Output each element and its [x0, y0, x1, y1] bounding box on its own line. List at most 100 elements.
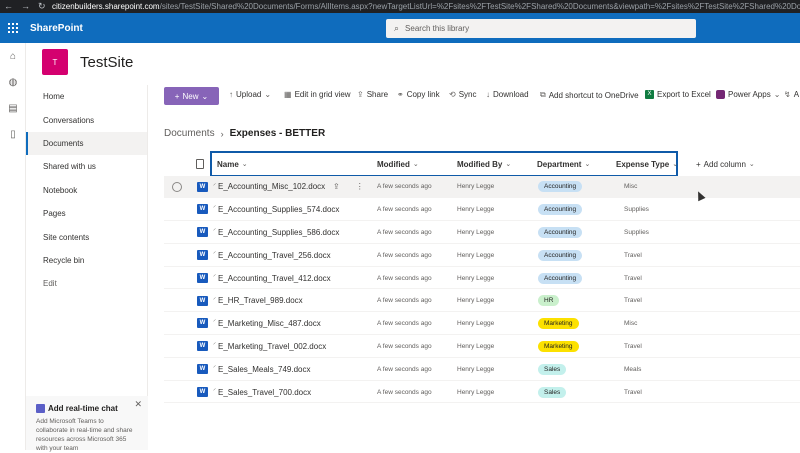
modified-by-value[interactable]: Henry Legge [457, 267, 494, 290]
chevron-down-icon: ⌄ [412, 161, 419, 168]
nav-item-recycle-bin[interactable]: Recycle bin [26, 249, 147, 272]
search-placeholder: Search this library [405, 24, 470, 33]
download-button[interactable]: ↓ Download [486, 90, 529, 99]
site-logo[interactable]: T [42, 49, 68, 75]
file-icon[interactable]: ▯ [0, 121, 26, 147]
more-icon[interactable]: ⋮ [356, 182, 364, 191]
waffle-icon [8, 23, 18, 33]
modified-by-value[interactable]: Henry Legge [457, 244, 494, 267]
column-header-modified-by[interactable]: Modified By ⌄ [457, 151, 511, 177]
reload-icon[interactable]: ↻ [38, 1, 46, 12]
export-excel-button[interactable]: X Export to Excel [645, 90, 711, 99]
chevron-down-icon: ⌄ [748, 161, 755, 168]
file-name[interactable]: E_Marketing_Travel_002.docx [218, 335, 326, 358]
modified-by-value[interactable]: Henry Legge [457, 198, 494, 221]
new-item-icon: ⸝ [213, 317, 217, 324]
sync-button[interactable]: ⟲ Sync [449, 90, 477, 99]
share-label: Share [366, 90, 389, 99]
nav-item-conversations[interactable]: Conversations [26, 108, 147, 131]
shortcut-icon: ⧉ [540, 90, 546, 99]
modified-by-value[interactable]: Henry Legge [457, 176, 494, 199]
chevron-down-icon: ⌄ [201, 91, 209, 101]
file-name[interactable]: E_HR_Travel_989.docx [218, 290, 303, 313]
power-apps-button[interactable]: Power Apps ⌄ [716, 90, 780, 99]
column-header-name[interactable]: Name ⌄ [217, 151, 248, 177]
department-pill: HR [538, 295, 560, 307]
modified-value: A few seconds ago [377, 206, 432, 214]
modified-by-value[interactable]: Henry Legge [457, 290, 494, 313]
modified-by-value[interactable]: Henry Legge [457, 358, 494, 381]
share-button[interactable]: ⇪ Share [357, 90, 388, 99]
column-header-department[interactable]: Department ⌄ [537, 151, 590, 177]
app-name[interactable]: SharePoint [30, 23, 83, 34]
modified-by-value[interactable]: Henry Legge [457, 312, 494, 335]
nav-item-shared-with-us[interactable]: Shared with us [26, 155, 147, 178]
table-row[interactable]: W ⸝ E_Accounting_Misc_102.docx ⇪ ⋮ A few seco… [164, 175, 800, 199]
table-row[interactable]: W ⸝ E_HR_Travel_989.docx A few seconds ago H… [164, 290, 800, 313]
table-row[interactable]: W ⸝ E_Marketing_Travel_002.docx A few secon… [164, 335, 800, 358]
url-field[interactable]: citizenbuilders.sharepoint.com/sites/Tes… [52, 2, 800, 11]
department-cell: Sales [538, 358, 567, 381]
automate-button[interactable]: ↯ A [784, 90, 799, 99]
department-cell: Accounting [538, 267, 583, 290]
new-item-icon: ⸝ [213, 203, 217, 210]
nav-item-site-contents[interactable]: Site contents [26, 225, 147, 248]
file-name[interactable]: E_Sales_Meals_749.docx [218, 358, 311, 381]
site-title[interactable]: TestSite [80, 54, 133, 71]
table-row[interactable]: W ⸝ E_Accounting_Supplies_574.docx A few se… [164, 198, 800, 222]
copy-link-button[interactable]: ⚭ Copy link [397, 90, 440, 99]
column-header-expense-type[interactable]: Expense Type ⌄ [616, 151, 678, 177]
nav-item-pages[interactable]: Pages [26, 202, 147, 225]
file-name[interactable]: E_Marketing_Misc_487.docx [218, 312, 321, 335]
upload-button[interactable]: ↑ Upload ⌄ [229, 90, 271, 99]
edit-grid-button[interactable]: ▦ Edit in grid view [284, 90, 351, 99]
file-name[interactable]: E_Accounting_Supplies_574.docx [218, 198, 339, 221]
department-pill: Accounting [538, 226, 583, 238]
add-column-button[interactable]: + Add column ⌄ [696, 151, 755, 177]
table-row[interactable]: W ⸝ E_Marketing_Misc_487.docx A few seconds… [164, 312, 800, 336]
home-icon[interactable]: ⌂ [0, 43, 26, 69]
modified-by-value[interactable]: Henry Legge [457, 221, 494, 244]
app-launcher-button[interactable] [0, 13, 26, 43]
nav-item-edit[interactable]: Edit [26, 272, 147, 295]
search-input[interactable]: ⌕ Search this library [386, 19, 696, 38]
add-shortcut-button[interactable]: ⧉ Add shortcut to OneDrive [540, 90, 639, 100]
table-row[interactable]: W ⸝ E_Sales_Travel_700.docx A few seconds a… [164, 381, 800, 404]
breadcrumb: Documents › Expenses - BETTER [164, 128, 325, 139]
globe-icon[interactable]: ◍ [0, 69, 26, 95]
table-row[interactable]: W ⸝ E_Accounting_Travel_256.docx A few seco… [164, 244, 800, 267]
modified-by-value[interactable]: Henry Legge [457, 335, 494, 358]
new-button[interactable]: + New ⌄ [164, 87, 219, 105]
word-doc-icon: W [197, 295, 208, 306]
nav-item-documents[interactable]: Documents [26, 131, 147, 156]
file-name[interactable]: E_Accounting_Misc_102.docx [218, 176, 325, 199]
close-icon[interactable]: ✕ [134, 399, 142, 410]
upload-icon: ↑ [229, 90, 233, 99]
breadcrumb-root[interactable]: Documents [164, 128, 215, 139]
expense-type-value: Supplies [624, 206, 649, 214]
row-select-radio[interactable] [172, 181, 182, 192]
column-modified-by-label: Modified By [457, 159, 503, 169]
back-icon[interactable]: ← [4, 1, 13, 12]
expense-type-value: Travel [624, 274, 642, 282]
file-name[interactable]: E_Sales_Travel_700.docx [218, 381, 311, 404]
table-row[interactable]: W ⸝ E_Accounting_Travel_412.docx A few seco… [164, 267, 800, 290]
forward-icon[interactable]: → [21, 1, 30, 12]
file-name[interactable]: E_Accounting_Travel_412.docx [218, 267, 331, 290]
file-name[interactable]: E_Accounting_Supplies_586.docx [218, 221, 339, 244]
department-pill: Marketing [538, 340, 579, 352]
nav-item-notebook[interactable]: Notebook [26, 179, 147, 202]
file-type-icon[interactable] [196, 159, 204, 169]
column-header-modified[interactable]: Modified ⌄ [377, 151, 419, 177]
table-row[interactable]: W ⸝ E_Accounting_Supplies_586.docx A few se… [164, 221, 800, 244]
news-icon[interactable]: ▤ [0, 95, 26, 121]
share-icon: ⇪ [357, 90, 364, 99]
grid-icon: ▦ [284, 90, 292, 99]
file-name[interactable]: E_Accounting_Travel_256.docx [218, 244, 331, 267]
sync-icon: ⟲ [449, 90, 456, 99]
table-row[interactable]: W ⸝ E_Sales_Meals_749.docx A few seconds ag… [164, 358, 800, 381]
nav-item-home[interactable]: Home [26, 85, 147, 108]
new-item-icon: ⸝ [213, 385, 217, 392]
modified-by-value[interactable]: Henry Legge [457, 381, 494, 404]
share-icon[interactable]: ⇪ [333, 182, 340, 191]
